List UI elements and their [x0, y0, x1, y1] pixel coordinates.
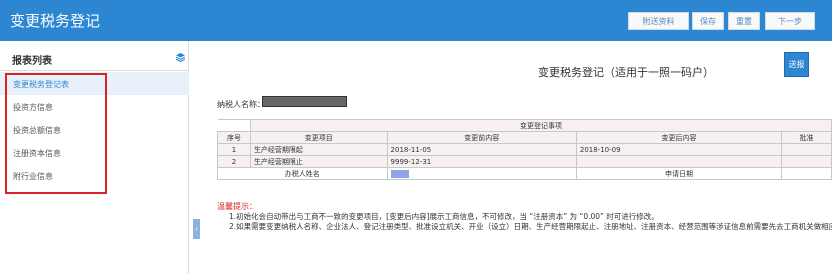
- column-header: 批准: [781, 131, 832, 144]
- agent-name-label: 办税人姓名: [217, 167, 388, 180]
- save-button[interactable]: 保存: [692, 12, 724, 30]
- apply-date-field[interactable]: [781, 167, 832, 180]
- attach-documents-button[interactable]: 附送资料: [628, 12, 689, 30]
- collapse-sidebar-handle[interactable]: ‹: [193, 219, 200, 239]
- apply-date-label: 申请日期: [575, 167, 783, 180]
- table-row: 2 生产经营期限止 9999-12-31: [217, 155, 832, 168]
- page-title: 变更税务登记: [10, 12, 101, 30]
- reset-button[interactable]: 重置: [728, 12, 760, 30]
- form-panel: 变更税务登记（适用于一照一码户） 送报 纳税人名称： 变更登记事项 序号 变更项…: [200, 41, 832, 274]
- tip-line-2: 2.如果需要变更纳税人名称、企业法人、登记注册类型、批准设立机关、开业（设立）日…: [229, 222, 832, 231]
- taxpayer-name-redacted: [262, 96, 347, 107]
- sidebar-header: 报表列表: [0, 41, 189, 71]
- column-header: 变更项目: [249, 131, 388, 144]
- change-items-table: 变更登记事项 序号 变更项目 变更前内容 变更后内容 批准 1 生产经营期限起 …: [217, 119, 832, 180]
- app-header: 变更税务登记 附送资料 保存 重置 下一步: [0, 0, 832, 41]
- signature-row: 办税人姓名 申请日期: [217, 167, 832, 180]
- form-title: 变更税务登记（适用于一照一码户）: [538, 66, 714, 79]
- column-header: 序号: [217, 131, 251, 144]
- group-header: 变更登记事项: [249, 119, 832, 132]
- table-row: 1 生产经营期限起 2018-11-05 2018-10-09: [217, 143, 832, 156]
- next-step-button[interactable]: 下一步: [765, 12, 815, 30]
- submit-report-button[interactable]: 送报: [784, 52, 809, 77]
- sidebar-title: 报表列表: [12, 56, 52, 67]
- taxpayer-name-label: 纳税人名称：: [217, 100, 265, 109]
- layers-icon[interactable]: [176, 53, 185, 62]
- highlight-box: [5, 73, 107, 194]
- agent-name-field[interactable]: [386, 167, 577, 180]
- column-header: 变更前内容: [386, 131, 577, 144]
- column-header: 变更后内容: [575, 131, 783, 144]
- agent-name-redacted: [390, 169, 409, 178]
